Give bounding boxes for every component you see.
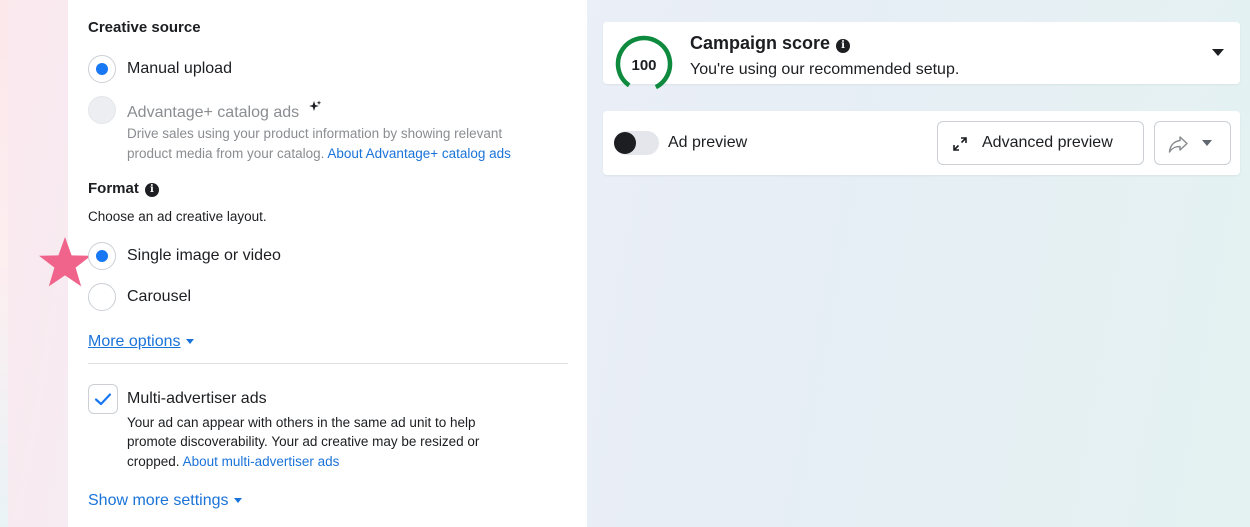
multi-advertiser-desc-line3: cropped. About multi-advertiser ads <box>127 452 339 471</box>
advantage-catalog-desc-line2-text: product media from your catalog. <box>127 146 325 161</box>
carousel-label[interactable]: Carousel <box>127 288 191 306</box>
manual-upload-label[interactable]: Manual upload <box>127 60 232 78</box>
manual-upload-radio[interactable] <box>88 55 116 83</box>
sparkle-icon <box>308 100 321 111</box>
section-divider <box>88 363 568 364</box>
checkmark-icon <box>94 393 112 406</box>
expand-arrows-icon <box>953 137 967 151</box>
campaign-score-card[interactable]: 100 Campaign score i You're using our rec… <box>603 22 1240 93</box>
format-title: Format i <box>88 180 159 197</box>
creative-source-title: Creative source <box>88 19 201 36</box>
more-options-link[interactable]: More options <box>88 333 194 351</box>
multi-advertiser-desc-line1: Your ad can appear with others in the sa… <box>127 415 476 430</box>
expand-dropdown-icon[interactable] <box>1212 49 1224 56</box>
single-image-video-label[interactable]: Single image or video <box>127 247 281 265</box>
advanced-preview-button[interactable]: Advanced preview <box>937 121 1144 165</box>
multi-advertiser-desc-line2: promote discoverability. Your ad creativ… <box>127 434 480 449</box>
multi-advertiser-label[interactable]: Multi-advertiser ads <box>127 390 267 408</box>
about-advantage-catalog-link[interactable]: About Advantage+ catalog ads <box>327 146 511 161</box>
ad-preview-toggle[interactable] <box>614 131 659 155</box>
toggle-knob <box>614 132 636 154</box>
ad-preview-card: Ad preview Advanced preview <box>603 111 1240 175</box>
format-title-text: Format <box>88 180 139 197</box>
about-multi-advertiser-link[interactable]: About multi-advertiser ads <box>183 454 340 469</box>
chevron-down-icon <box>185 339 194 344</box>
format-subtitle: Choose an ad creative layout. <box>88 209 267 224</box>
campaign-score-subtitle: You're using our recommended setup. <box>690 61 960 78</box>
carousel-radio[interactable] <box>88 283 116 311</box>
advantage-catalog-desc-line2: product media from your catalog. About A… <box>127 144 511 163</box>
more-options-label: More options <box>88 333 181 350</box>
advantage-catalog-label-text: Advantage+ catalog ads <box>127 104 300 121</box>
show-more-settings-label: Show more settings <box>88 492 229 509</box>
multi-advertiser-desc-line3-text: cropped. <box>127 454 180 469</box>
advanced-preview-label: Advanced preview <box>982 134 1113 151</box>
info-icon[interactable]: i <box>144 183 159 197</box>
left-edge-decoration <box>0 0 8 527</box>
multi-advertiser-checkbox[interactable] <box>88 384 118 414</box>
advantage-catalog-desc-line1: Drive sales using your product informati… <box>127 126 503 141</box>
single-image-video-radio[interactable] <box>88 242 116 270</box>
ad-preview-label: Ad preview <box>668 134 748 151</box>
campaign-score-title: Campaign score i <box>690 33 851 54</box>
advantage-catalog-label: Advantage+ catalog ads <box>127 100 322 122</box>
share-dropdown-icon <box>1202 140 1212 146</box>
info-icon[interactable]: i <box>836 39 851 53</box>
star-icon <box>39 237 91 287</box>
show-more-settings-link[interactable]: Show more settings <box>88 492 242 510</box>
campaign-score-title-text: Campaign score <box>690 33 831 53</box>
score-value: 100 <box>631 57 657 74</box>
share-button[interactable] <box>1154 121 1231 165</box>
advantage-catalog-radio[interactable] <box>88 96 116 124</box>
chevron-down-icon <box>233 498 242 503</box>
share-arrow-icon <box>1168 136 1188 153</box>
